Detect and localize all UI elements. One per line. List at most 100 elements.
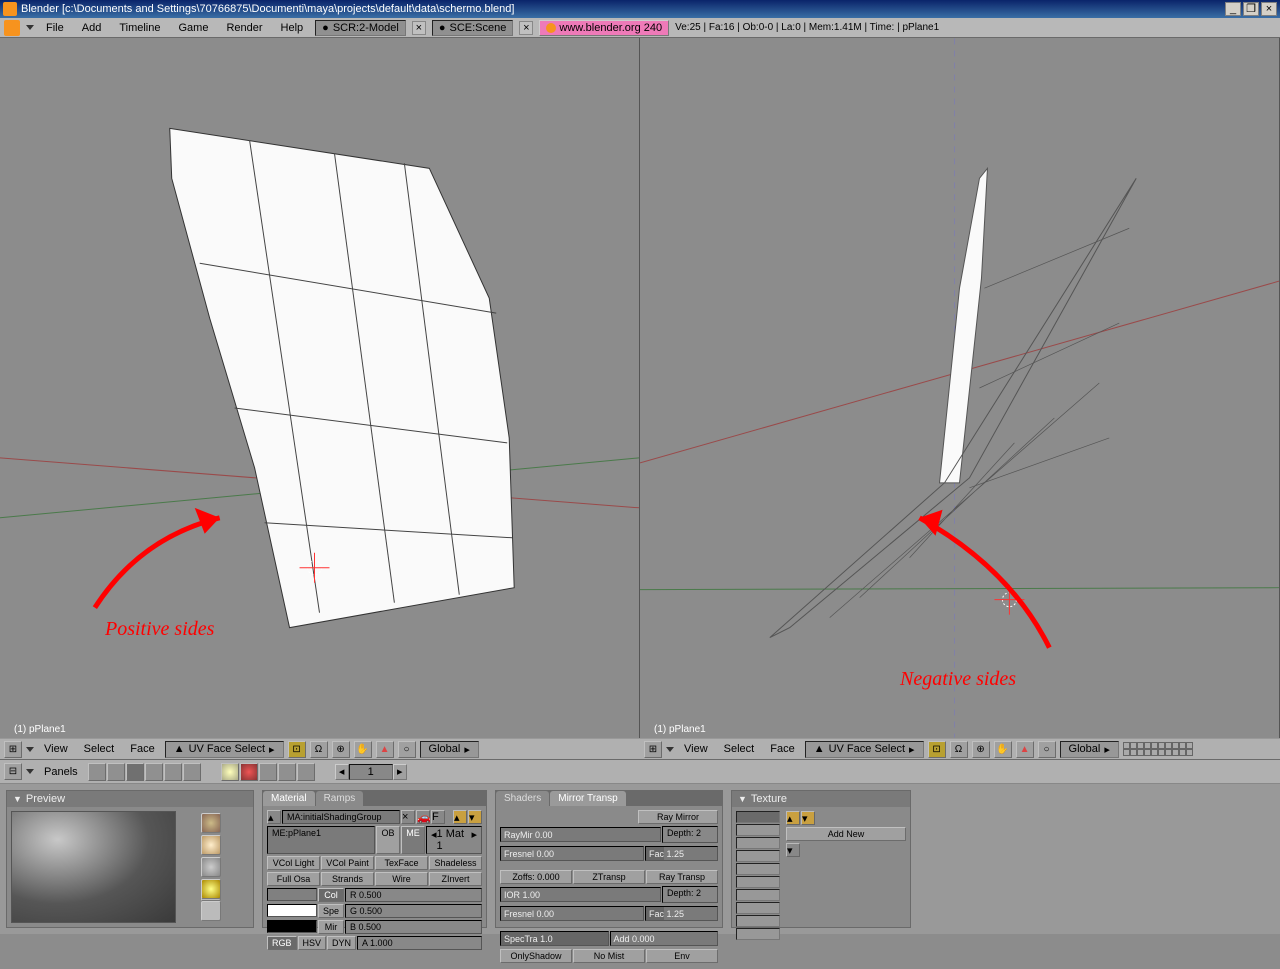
fac2-slider[interactable]: Fac 1.25 xyxy=(645,906,718,921)
magnet-icon[interactable]: Ω xyxy=(310,741,328,758)
subcontext-icons[interactable] xyxy=(221,763,315,781)
magnet-icon-r[interactable]: Ω xyxy=(950,741,968,758)
menu-select-r[interactable]: Select xyxy=(718,741,761,757)
preview-sphere-icon[interactable] xyxy=(201,835,221,855)
close-button[interactable]: × xyxy=(1261,2,1277,16)
material-name[interactable]: MA:initialShadingGroup xyxy=(282,810,400,824)
menu-game[interactable]: Game xyxy=(172,20,214,36)
me-button[interactable]: ME xyxy=(401,826,425,854)
menu-view[interactable]: View xyxy=(38,741,74,757)
ior-slider[interactable]: IOR 1.00 xyxy=(500,887,661,902)
menu-timeline[interactable]: Timeline xyxy=(113,20,166,36)
menu-help[interactable]: Help xyxy=(275,20,310,36)
mat-x-icon[interactable]: × xyxy=(401,810,415,824)
r-field[interactable]: R 0.500 xyxy=(345,888,482,902)
circle-icon[interactable]: ○ xyxy=(398,741,416,758)
preview-option-icon[interactable] xyxy=(201,901,221,921)
mat-f-icon[interactable]: F xyxy=(431,810,445,824)
zinvert-button[interactable]: ZInvert xyxy=(429,872,482,886)
shadeless-button[interactable]: Shadeless xyxy=(429,856,482,870)
zoffs-button[interactable]: Zoffs: 0.000 xyxy=(500,870,572,884)
context-icons[interactable] xyxy=(88,763,201,781)
fresnel-slider[interactable]: Fresnel 0.00 xyxy=(500,846,644,861)
vcol-paint-button[interactable]: VCol Paint xyxy=(321,856,374,870)
triangle-icon-r[interactable]: ▲ xyxy=(1016,741,1034,758)
rgb-button[interactable]: RGB xyxy=(267,936,297,950)
tex-down-icon[interactable]: ▾ xyxy=(801,811,815,825)
view-menu-toggle-r[interactable] xyxy=(666,747,674,752)
depth2-field[interactable]: Depth: 2 xyxy=(662,886,718,903)
menu-select[interactable]: Select xyxy=(78,741,121,757)
hand-icon-r[interactable]: ✋ xyxy=(994,741,1012,758)
wire-button[interactable]: Wire xyxy=(375,872,428,886)
restore-button[interactable]: ❐ xyxy=(1243,2,1259,16)
widget-icon[interactable]: ⊕ xyxy=(332,741,350,758)
triangle-icon[interactable]: ▲ xyxy=(376,741,394,758)
b-field[interactable]: B 0.500 xyxy=(345,920,482,934)
a-field[interactable]: A 1.000 xyxy=(357,936,482,950)
minimize-button[interactable]: _ xyxy=(1225,2,1241,16)
fac-slider[interactable]: Fac 1.25 xyxy=(645,846,718,861)
texture-slots[interactable] xyxy=(736,811,780,940)
screen-close[interactable]: × xyxy=(412,21,426,35)
hsv-button[interactable]: HSV xyxy=(298,936,327,950)
add-new-button[interactable]: Add New xyxy=(786,827,906,841)
mat-browse-icon[interactable]: ▴ xyxy=(267,810,281,824)
view-type-icon-r[interactable]: ⊞ xyxy=(644,741,662,758)
node-down-icon[interactable]: ▾ xyxy=(468,810,482,824)
ray-transp-button[interactable]: Ray Transp xyxy=(646,870,718,884)
scene-dropdown[interactable]: ● SCE:Scene xyxy=(432,20,514,36)
orientation-selector-r[interactable]: Global▸ xyxy=(1060,741,1119,758)
mode-selector[interactable]: ▲UV Face Select▸ xyxy=(165,741,284,758)
buttons-window-icon[interactable]: ⊟ xyxy=(4,763,22,780)
mesh-name[interactable]: ME:pPlane1 xyxy=(267,826,375,854)
pivot-icon-r[interactable]: ⊡ xyxy=(928,741,946,758)
no-mist-button[interactable]: No Mist xyxy=(573,949,645,963)
only-shadow-button[interactable]: OnlyShadow xyxy=(500,949,572,963)
mat-index[interactable]: ◂1 Mat 1▸ xyxy=(426,826,482,854)
ob-button[interactable]: OB xyxy=(376,826,400,854)
preview-flat-icon[interactable] xyxy=(201,813,221,833)
fresnel2-slider[interactable]: Fresnel 0.00 xyxy=(500,906,644,921)
g-field[interactable]: G 0.500 xyxy=(345,904,482,918)
ztransp-button[interactable]: ZTransp xyxy=(573,870,645,884)
blender-icon[interactable] xyxy=(4,20,20,36)
tex-clear-icon[interactable]: ▾ xyxy=(786,843,800,857)
screen-dropdown[interactable]: ● SCR:2-Model xyxy=(315,20,406,36)
full-osa-button[interactable]: Full Osa xyxy=(267,872,320,886)
viewport-right[interactable]: Negative sides (1) pPlane1 xyxy=(640,38,1280,738)
frame-next[interactable]: ▸ xyxy=(393,764,407,780)
pivot-icon[interactable]: ⊡ xyxy=(288,741,306,758)
col-swatch[interactable] xyxy=(267,888,317,901)
strands-button[interactable]: Strands xyxy=(321,872,374,886)
menu-add[interactable]: Add xyxy=(76,20,108,36)
node-up-icon[interactable]: ▴ xyxy=(453,810,467,824)
panels-menu-toggle[interactable] xyxy=(26,769,34,774)
blender-link[interactable]: www.blender.org 240 xyxy=(539,20,669,36)
viewport-left[interactable]: Positive sides (1) pPlane1 xyxy=(0,38,640,738)
mode-selector-r[interactable]: ▲UV Face Select▸ xyxy=(805,741,924,758)
hand-icon[interactable]: ✋ xyxy=(354,741,372,758)
preview-cube-icon[interactable] xyxy=(201,857,221,877)
menu-render[interactable]: Render xyxy=(220,20,268,36)
dyn-button[interactable]: DYN xyxy=(327,936,356,950)
frame-control[interactable]: ◂ 1 ▸ xyxy=(335,764,407,780)
tex-up-icon[interactable]: ▴ xyxy=(786,811,800,825)
raymir-slider[interactable]: RayMir 0.00 xyxy=(500,827,661,842)
spe-button[interactable]: Spe xyxy=(318,904,344,918)
add-slider[interactable]: Add 0.000 xyxy=(610,931,719,946)
ray-mirror-button[interactable]: Ray Mirror xyxy=(638,810,718,824)
menu-view-r[interactable]: View xyxy=(678,741,714,757)
mat-auto-icon[interactable]: 🚗 xyxy=(416,810,430,824)
spectra-slider[interactable]: SpecTra 1.0 xyxy=(500,931,609,946)
view-menu-toggle[interactable] xyxy=(26,747,34,752)
env-button[interactable]: Env xyxy=(646,949,718,963)
tab-mirror[interactable]: Mirror Transp xyxy=(550,791,625,806)
mir-swatch[interactable] xyxy=(267,920,317,933)
col-button[interactable]: Col xyxy=(318,888,344,902)
frame-number[interactable]: 1 xyxy=(349,764,393,780)
spe-swatch[interactable] xyxy=(267,904,317,917)
tab-shaders[interactable]: Shaders xyxy=(496,791,549,806)
header-menu-toggle[interactable] xyxy=(26,25,34,30)
layer-buttons[interactable] xyxy=(1123,742,1193,756)
